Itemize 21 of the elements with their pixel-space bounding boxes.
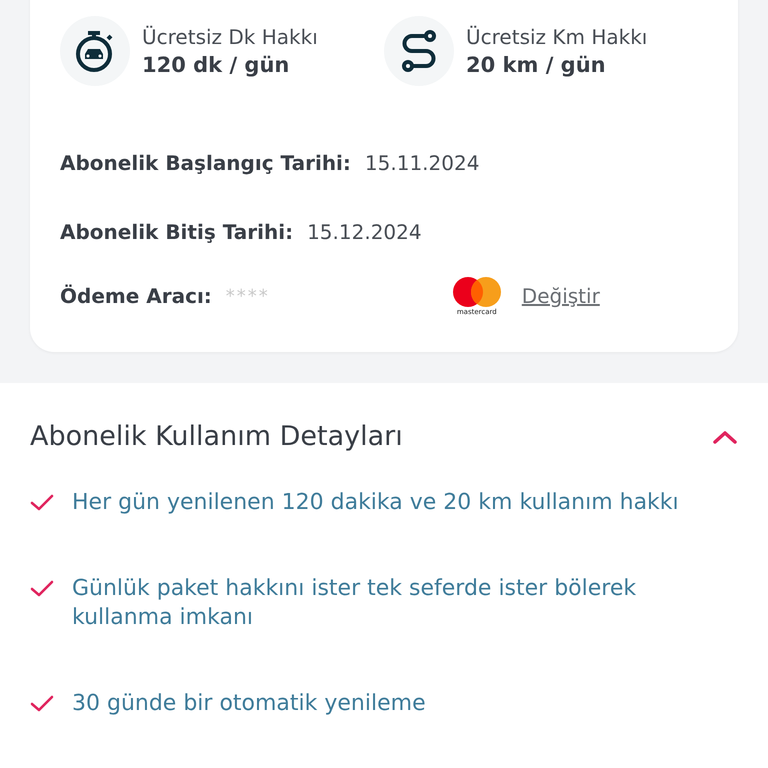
section-title: Abonelik Kullanım Detayları [30, 421, 403, 452]
feature-text: 30 günde bir otomatik yenileme [72, 690, 427, 718]
date-value: 15.11.2024 [364, 150, 480, 174]
date-label: Abonelik Bitiş Tarihi: [60, 220, 294, 244]
feature-text: Her gün yenilenen 120 dakika ve 20 km kullanım hakkı [72, 489, 680, 517]
change-link[interactable]: Değiştir [522, 284, 600, 308]
check-icon [30, 494, 54, 512]
allowance-value: 120 dk / gün [142, 53, 290, 77]
route-icon [399, 29, 439, 73]
chevron-icon[interactable] [712, 428, 738, 444]
allowance-value: 20 km / gün [466, 53, 607, 77]
allowance-label: Ücretsiz Dk Hakkı [142, 25, 318, 49]
payment-label: Ödeme Aracı: [60, 284, 212, 308]
check-icon [30, 580, 54, 598]
card-number: **** [226, 286, 271, 306]
date-value: 15.12.2024 [307, 220, 422, 244]
check-icon [30, 695, 54, 713]
mastercard-logo-icon [452, 276, 502, 308]
date-label: Abonelik Başlangıç Tarihi: [60, 150, 351, 174]
allowance-label: Ücretsiz Km Hakkı [466, 25, 648, 49]
feature-text: Günlük paket hakkını ister tek seferde ister bölerek kullanma imkanı [72, 575, 638, 632]
